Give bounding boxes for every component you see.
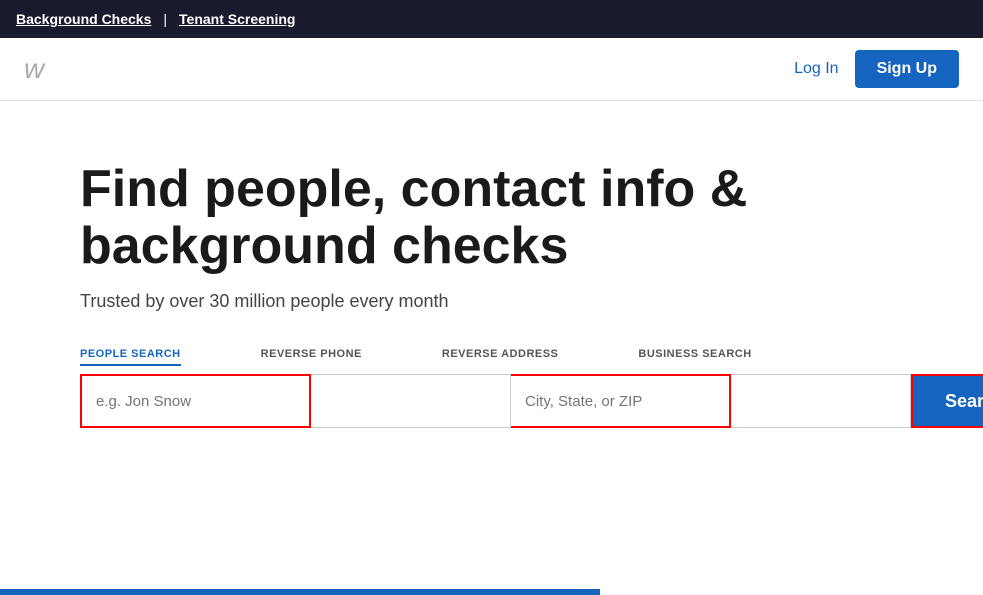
tab-people-search[interactable]: PEOPLE SEARCH <box>80 348 181 366</box>
hero-title: Find people, contact info & background c… <box>80 161 780 275</box>
logo: w <box>24 53 42 85</box>
tab-reverse-phone[interactable]: REVERSE PHONE <box>261 348 362 366</box>
search-button[interactable]: Search <box>911 374 983 428</box>
people-name-input[interactable] <box>80 374 311 428</box>
search-tabs: PEOPLE SEARCH REVERSE PHONE REVERSE ADDR… <box>80 348 903 366</box>
search-bar: Search <box>80 374 903 428</box>
signup-button[interactable]: Sign Up <box>855 50 959 88</box>
bottom-progress-bar <box>0 589 600 595</box>
background-checks-link[interactable]: Background Checks <box>16 11 151 27</box>
main-content: Find people, contact info & background c… <box>0 101 983 468</box>
top-navigation-bar: Background Checks | Tenant Screening <box>0 0 983 38</box>
tenant-screening-link[interactable]: Tenant Screening <box>179 11 295 27</box>
business-input[interactable] <box>731 374 911 428</box>
hero-subtitle: Trusted by over 30 million people every … <box>80 291 903 312</box>
nav-divider: | <box>163 11 167 27</box>
header-actions: Log In Sign Up <box>794 50 959 88</box>
header: w Log In Sign Up <box>0 38 983 101</box>
city-state-zip-input[interactable] <box>511 374 731 428</box>
login-button[interactable]: Log In <box>794 60 838 78</box>
tab-reverse-address[interactable]: REVERSE ADDRESS <box>442 348 559 366</box>
phone-input[interactable] <box>311 374 511 428</box>
tab-business-search[interactable]: BUSINESS SEARCH <box>638 348 751 366</box>
search-section: PEOPLE SEARCH REVERSE PHONE REVERSE ADDR… <box>80 348 903 428</box>
